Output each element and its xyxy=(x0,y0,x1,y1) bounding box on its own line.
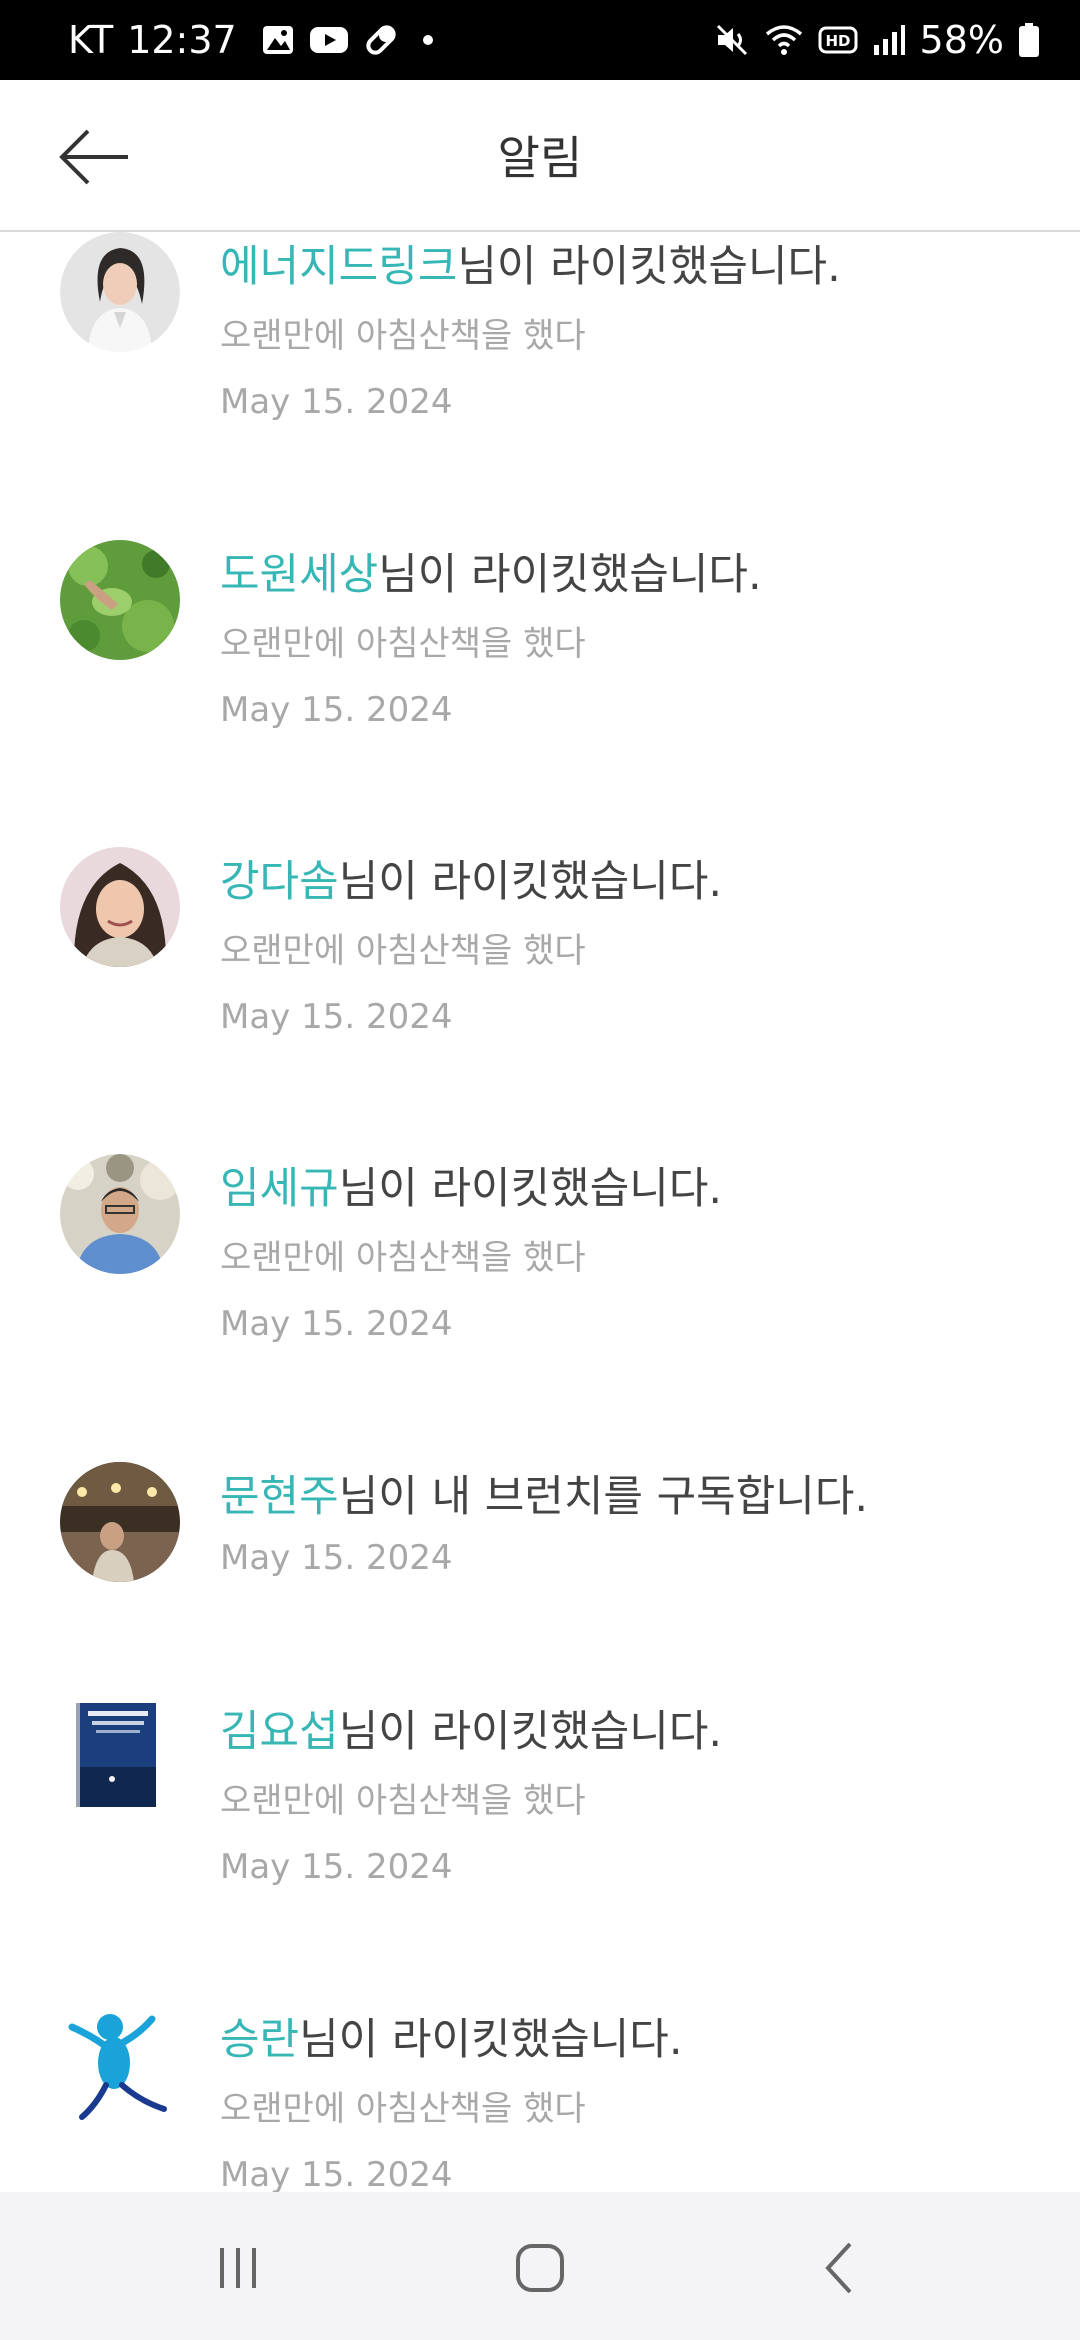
notification-text: 승란님이 라이킷했습니다. xyxy=(220,2005,683,2067)
post-preview[interactable]: 오랜만에 아침산책을 했다 xyxy=(220,1230,586,1279)
page-title: 알림 xyxy=(497,131,583,185)
notification-date: May 15. 2024 xyxy=(220,690,453,730)
notification-text: 에너지드링크님이 라이킷했습니다. xyxy=(220,232,841,294)
notification-action: 님이 내 브런치를 구독합니다. xyxy=(338,1472,869,1522)
user-name-link[interactable]: 승란 xyxy=(220,2015,299,2065)
notification-date: May 15. 2024 xyxy=(220,382,453,422)
system-back-button[interactable] xyxy=(802,2236,882,2300)
mute-icon xyxy=(714,22,750,58)
notification-date: May 15. 2024 xyxy=(220,2155,453,2192)
notification-action: 님이 라이킷했습니다. xyxy=(338,1707,723,1757)
svg-text:HD: HD xyxy=(825,32,850,50)
notification-action: 님이 라이킷했습니다. xyxy=(338,857,723,907)
recent-apps-icon xyxy=(220,2248,256,2288)
notification-date: May 15. 2024 xyxy=(220,997,453,1037)
home-button[interactable] xyxy=(500,2236,580,2300)
notification-text: 도원세상님이 라이킷했습니다. xyxy=(220,540,762,602)
notification-date: May 15. 2024 xyxy=(220,1304,453,1344)
notification-text: 임세규님이 라이킷했습니다. xyxy=(220,1154,722,1216)
back-icon xyxy=(825,2242,852,2294)
notification-action: 님이 라이킷했습니다. xyxy=(299,2015,683,2065)
notification-text: 김요섭님이 라이킷했습니다. xyxy=(220,1697,722,1759)
user-name-link[interactable]: 에너지드링크 xyxy=(220,242,457,292)
notification-date: May 15. 2024 xyxy=(220,1538,453,1578)
avatar[interactable] xyxy=(60,2005,180,2125)
system-nav-bar xyxy=(0,2192,1080,2340)
notification-action: 님이 라이킷했습니다. xyxy=(378,550,762,600)
gallery-icon xyxy=(261,23,295,57)
signal-icon xyxy=(872,23,906,57)
avatar[interactable] xyxy=(60,847,180,967)
youtube-icon xyxy=(309,24,349,56)
post-preview[interactable]: 오랜만에 아침산책을 했다 xyxy=(220,616,586,665)
battery-percent: 58% xyxy=(919,18,1004,62)
status-bar: KT 12:37 HD 58% xyxy=(0,0,1080,80)
post-preview[interactable]: 오랜만에 아침산책을 했다 xyxy=(220,308,586,357)
app-header: 알림 xyxy=(0,80,1080,232)
user-name-link[interactable]: 강다솜 xyxy=(220,857,339,907)
clock: 12:37 xyxy=(127,18,237,62)
notification-text: 문현주님이 내 브런치를 구독합니다. xyxy=(220,1462,868,1524)
notification-list: 에너지드링크님이 라이킷했습니다. 오랜만에 아침산책을 했다 May 15. … xyxy=(0,232,1080,2192)
notification-action: 님이 라이킷했습니다. xyxy=(338,1164,723,1214)
book-cover-avatar[interactable] xyxy=(60,1697,180,1817)
notification-text: 강다솜님이 라이킷했습니다. xyxy=(220,847,722,909)
carrier-label: KT xyxy=(68,18,114,62)
notification-action: 님이 라이킷했습니다. xyxy=(457,242,841,292)
avatar[interactable] xyxy=(60,540,180,660)
battery-icon xyxy=(1018,22,1040,58)
avatar[interactable] xyxy=(60,1154,180,1274)
post-preview[interactable]: 오랜만에 아침산책을 했다 xyxy=(220,923,586,972)
user-name-link[interactable]: 임세규 xyxy=(220,1164,339,1214)
home-icon xyxy=(516,2244,564,2292)
user-name-link[interactable]: 문현주 xyxy=(220,1472,339,1522)
notification-date: May 15. 2024 xyxy=(220,1847,453,1887)
pill-icon xyxy=(363,22,399,58)
avatar[interactable] xyxy=(60,232,180,352)
hd-icon: HD xyxy=(818,24,858,56)
post-preview[interactable]: 오랜만에 아침산책을 했다 xyxy=(220,2081,586,2130)
user-name-link[interactable]: 김요섭 xyxy=(220,1707,339,1757)
dot-icon xyxy=(413,30,443,50)
recent-apps-button[interactable] xyxy=(198,2236,278,2300)
post-preview[interactable]: 오랜만에 아침산책을 했다 xyxy=(220,1773,586,1822)
wifi-icon xyxy=(764,22,804,58)
avatar[interactable] xyxy=(60,1462,180,1582)
user-name-link[interactable]: 도원세상 xyxy=(220,550,378,600)
